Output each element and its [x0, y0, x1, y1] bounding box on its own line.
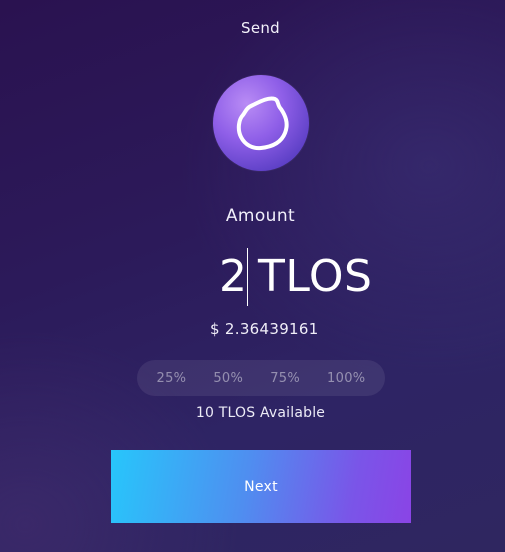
amount-label: Amount	[225, 206, 296, 226]
next-button[interactable]: Next	[111, 450, 411, 523]
amount-input[interactable]: 2 TLOS	[0, 248, 505, 306]
percent-100-button[interactable]: 100%	[327, 371, 365, 386]
percent-selector: 25% 50% 75% 100%	[137, 360, 385, 396]
percent-25-button[interactable]: 25%	[157, 371, 187, 386]
amount-value[interactable]: 2	[219, 248, 247, 306]
usd-value: $ 2.36439161	[210, 320, 319, 338]
percent-50-button[interactable]: 50%	[213, 371, 243, 386]
percent-75-button[interactable]: 75%	[270, 371, 300, 386]
telos-logo-icon	[213, 75, 309, 171]
text-caret	[247, 248, 248, 306]
token-symbol: TLOS	[258, 251, 373, 302]
available-balance: 10 TLOS Available	[195, 405, 326, 421]
page-title: Send	[241, 19, 280, 37]
